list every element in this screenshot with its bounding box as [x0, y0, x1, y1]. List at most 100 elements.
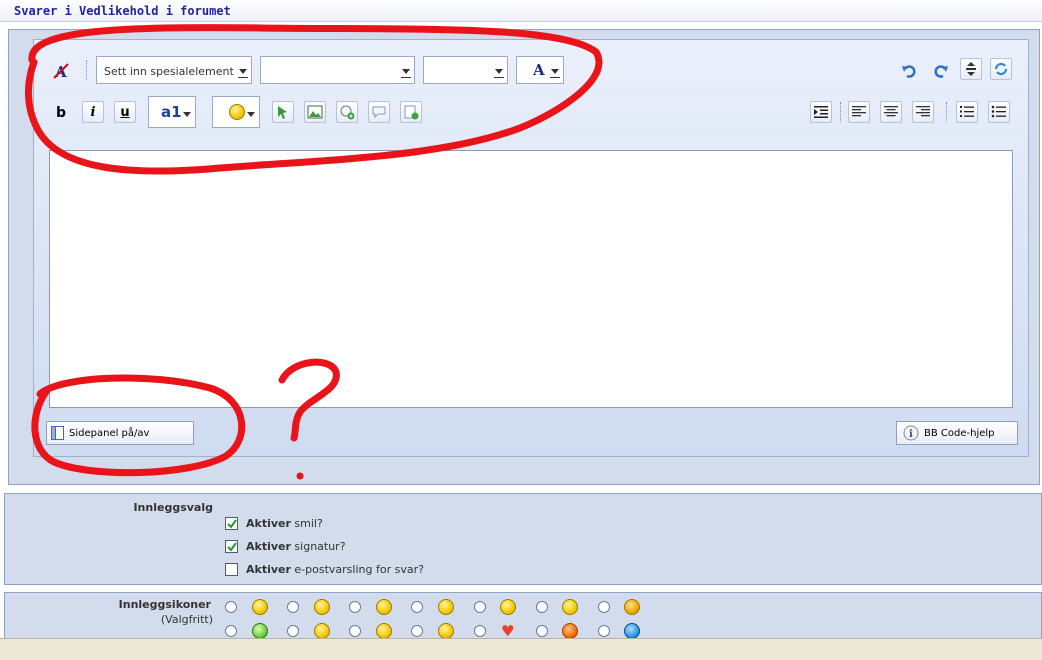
smile-icon [229, 104, 245, 120]
enable-email-notify-option[interactable]: Aktiver e-postvarsling for svar? [225, 563, 424, 576]
option-bold: Aktiver [246, 517, 291, 530]
underline-label: u [120, 104, 130, 120]
chevron-down-icon [551, 69, 559, 74]
indent-icon[interactable] [810, 101, 832, 123]
size-dropdown[interactable] [423, 56, 508, 84]
dropdown-underline [401, 77, 411, 78]
post-icon-radio[interactable] [474, 625, 486, 637]
dropdown-underline [238, 77, 248, 78]
text-color-dropdown[interactable]: A [516, 56, 564, 84]
bold-label: b [55, 105, 67, 121]
font-dropdown[interactable] [260, 56, 415, 84]
post-icons-optional-label: (Valgfritt) [160, 613, 213, 626]
post-icon-radio[interactable] [411, 601, 423, 613]
angry-icon [624, 599, 640, 615]
post-icon-radio[interactable] [349, 601, 361, 613]
insert-code-icon[interactable] [400, 101, 422, 123]
insert-link-icon[interactable] [272, 101, 294, 123]
sidepanel-icon [51, 426, 64, 440]
post-icon-radio[interactable] [287, 601, 299, 613]
bbcode-help-label: BB Code-hjelp [924, 427, 995, 439]
option-bold: Aktiver [246, 563, 291, 576]
bold-button[interactable]: b [50, 102, 72, 124]
highlight-label: a1 [161, 103, 182, 121]
italic-button[interactable]: i [82, 101, 104, 123]
chevron-down-icon [183, 112, 191, 117]
shocked-icon [500, 599, 516, 615]
chevron-down-icon [402, 69, 410, 74]
page-header: Svarer i Vedlikehold i forumet [0, 0, 1042, 22]
message-textarea[interactable] [49, 150, 1013, 408]
ordered-list-icon[interactable] [956, 101, 978, 123]
post-icon-radio[interactable] [411, 625, 423, 637]
post-icon-radio[interactable] [225, 601, 237, 613]
insert-email-icon[interactable] [336, 101, 358, 123]
cool-icon [376, 623, 392, 639]
post-icon-radio[interactable] [474, 601, 486, 613]
special-element-dropdown[interactable]: Sett inn spesialelement [96, 56, 252, 84]
option-rest: signatur? [290, 540, 346, 553]
undo-icon[interactable] [898, 60, 920, 82]
smile-icon [252, 599, 268, 615]
chevron-down-icon [247, 112, 255, 117]
dropdown-underline [494, 77, 504, 78]
sidepanel-label: Sidepanel på/av [69, 427, 150, 439]
option-rest: smil? [290, 517, 323, 530]
smiley-dropdown[interactable] [212, 96, 260, 128]
underline-button[interactable]: u [114, 101, 136, 123]
grin-icon [314, 599, 330, 615]
redo-icon[interactable] [930, 60, 952, 82]
sidepanel-toggle-button[interactable]: Sidepanel på/av [46, 421, 194, 445]
bbcode-help-button[interactable]: i BB Code-hjelp [896, 421, 1018, 445]
help-info-icon: i [903, 425, 919, 441]
checkbox[interactable] [225, 517, 238, 530]
warning-icon [562, 623, 578, 639]
sleepy-icon [376, 599, 392, 615]
post-icon-radio[interactable] [598, 625, 610, 637]
special-element-label: Sett inn spesialelement [104, 65, 234, 78]
sick-icon [252, 623, 268, 639]
post-icon-radio[interactable] [349, 625, 361, 637]
option-rest: e-postvarsling for svar? [290, 563, 424, 576]
option-text: Aktiver smil? [246, 517, 323, 530]
option-text: Aktiver e-postvarsling for svar? [246, 563, 424, 576]
checkbox[interactable] [225, 563, 238, 576]
post-icon-radio[interactable] [287, 625, 299, 637]
editor-container: A Sett inn spesialelement A [8, 29, 1040, 485]
post-icon-radio[interactable] [225, 625, 237, 637]
enable-smilies-option[interactable]: Aktiver smil? [225, 517, 323, 530]
post-icon-radio[interactable] [598, 601, 610, 613]
tongue-icon [438, 599, 454, 615]
chevron-down-icon [239, 69, 247, 74]
unordered-list-icon[interactable] [988, 101, 1010, 123]
remove-format-icon[interactable]: A [50, 60, 72, 82]
post-options-label: Innleggsvalg [133, 501, 213, 514]
laugh-icon [562, 599, 578, 615]
checkbox[interactable] [225, 540, 238, 553]
insert-image-icon[interactable] [304, 101, 326, 123]
post-options-section: Innleggsvalg Aktiver smil? Aktiver signa… [4, 493, 1042, 585]
confused-icon [314, 623, 330, 639]
svg-text:i: i [909, 429, 913, 440]
align-center-icon[interactable] [880, 101, 902, 123]
enable-signature-option[interactable]: Aktiver signatur? [225, 540, 346, 553]
resize-editor-icon[interactable] [960, 58, 982, 80]
chevron-down-icon [495, 69, 503, 74]
page-title: Svarer i Vedlikehold i forumet [14, 4, 231, 18]
option-bold: Aktiver [246, 540, 291, 553]
insert-quote-icon[interactable] [368, 101, 390, 123]
toolbar-separator [86, 60, 88, 80]
highlight-dropdown[interactable]: a1 [148, 96, 196, 128]
option-text: Aktiver signatur? [246, 540, 346, 553]
dropdown-underline [550, 77, 560, 78]
align-right-icon[interactable] [912, 101, 934, 123]
question-icon [624, 623, 640, 639]
post-icon-radio[interactable] [536, 625, 548, 637]
switch-mode-icon[interactable] [990, 58, 1012, 80]
arrow-icon [438, 623, 454, 639]
align-left-icon[interactable] [848, 101, 870, 123]
post-icon-radio[interactable] [536, 601, 548, 613]
text-color-letter: A [533, 61, 545, 79]
toolbar-separator [840, 102, 842, 122]
post-icons-label: Innleggsikoner [118, 598, 211, 611]
